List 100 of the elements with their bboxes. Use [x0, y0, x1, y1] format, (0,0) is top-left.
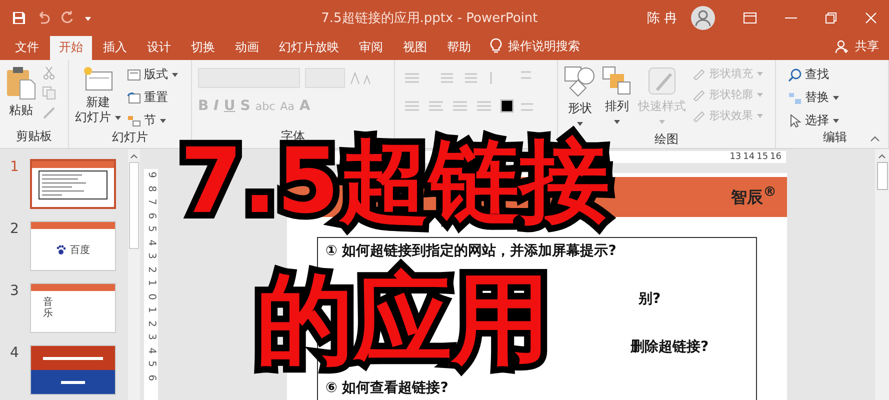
ribbon-tab[interactable]: 动画 — [226, 36, 268, 60]
question-text: 别? — [638, 290, 661, 308]
caret-icon — [756, 92, 762, 97]
group-label: 绘图 — [654, 131, 678, 148]
text-lines-drawing — [38, 170, 108, 200]
collapse-ribbon-icon[interactable] — [870, 136, 880, 142]
ruler-number: 3 — [145, 334, 157, 340]
slide-thumbnail[interactable] — [30, 159, 116, 209]
lightbulb-icon — [490, 38, 502, 54]
ribbon-tab[interactable]: 插入 — [94, 36, 136, 60]
caret-icon — [832, 118, 839, 123]
group-label: 剪贴板 — [16, 128, 52, 145]
save-icon[interactable] — [12, 10, 26, 24]
paw-icon — [56, 245, 66, 255]
question-text: 删除超链接? — [630, 338, 709, 356]
clipboard-icon — [6, 66, 36, 100]
ruler-number: 7 — [145, 198, 157, 205]
slide-thumbnail[interactable]: 音乐 — [30, 283, 116, 333]
shape-format-icon — [692, 110, 706, 122]
editing-button[interactable]: 选择 — [805, 112, 839, 129]
ribbon-tab[interactable]: 切换 — [182, 36, 224, 60]
caret-icon — [756, 72, 762, 76]
ruler-number: 0 — [145, 293, 157, 300]
ruler-number: 2 — [145, 266, 157, 272]
ruler-number: 3 — [145, 252, 157, 259]
ribbon-tab[interactable]: 幻灯片放映 — [270, 36, 348, 60]
ruler-number: 8 — [145, 185, 157, 192]
ruler-number: 9 — [145, 172, 157, 178]
slide-thumbnail[interactable] — [30, 345, 116, 395]
ribbon-display-icon[interactable] — [743, 12, 757, 24]
avatar-icon[interactable] — [691, 6, 715, 30]
shape-format-icon — [692, 68, 706, 80]
ribbon-tab[interactable]: 文件 — [6, 36, 48, 60]
quick-styles-icon — [647, 66, 677, 96]
pointer-icon — [788, 114, 802, 128]
minimize-icon[interactable] — [785, 16, 797, 18]
slide-number: 2 — [10, 221, 20, 239]
ruler-number: 2 — [145, 320, 157, 326]
caret-icon — [832, 96, 839, 100]
reset-icon — [126, 92, 141, 104]
slide-text: 音乐 — [43, 297, 53, 319]
ribbon-tab[interactable]: 审阅 — [350, 36, 392, 60]
ribbon-tab[interactable]: 帮助 — [438, 36, 480, 60]
scrollbar-thumb[interactable] — [876, 162, 888, 190]
caret-icon — [172, 72, 178, 77]
slide-text: 百度 — [70, 244, 90, 257]
close-icon[interactable] — [865, 12, 877, 24]
ruler-number: 5 — [145, 360, 157, 367]
slide-number: 4 — [10, 345, 20, 363]
editing-button[interactable]: 替换 — [805, 89, 839, 106]
group-label: 幻灯片 — [112, 129, 148, 146]
ruler-number: 15 — [756, 151, 768, 163]
ruler-number: 16 — [770, 151, 782, 163]
brand-text: 智辰$^{®}$ — [731, 185, 776, 209]
person-icon — [835, 40, 849, 54]
caret-icon — [114, 116, 121, 120]
caret-icon — [659, 120, 665, 124]
slide-number: 1 — [10, 159, 20, 177]
restore-icon[interactable] — [825, 12, 837, 24]
ruler-number: 1 — [145, 280, 157, 286]
group-label: 编辑 — [823, 129, 847, 146]
ribbon-tab[interactable]: 开始 — [50, 36, 92, 60]
new-slide-button[interactable]: 新建 幻灯片 — [75, 95, 121, 125]
slide-number: 3 — [10, 283, 20, 301]
arrange-button[interactable]: 排列 — [605, 99, 629, 129]
window-title: 7.5超链接的应用.pptx - PowerPoint — [320, 10, 539, 26]
tell-me-search[interactable]: 操作说明搜索 — [508, 38, 580, 60]
question-text: ⑥ 如何查看超链接? — [326, 378, 448, 397]
ruler-number: 5 — [145, 226, 157, 232]
redo-icon[interactable] — [60, 10, 74, 24]
ruler-number: 6 — [145, 374, 157, 380]
caret-icon — [614, 120, 620, 124]
ruler-number: 4 — [145, 239, 157, 246]
ribbon-tab[interactable]: 设计 — [138, 36, 180, 60]
arrange-icon — [602, 66, 632, 96]
section-icon — [126, 114, 141, 126]
replace-icon — [788, 90, 802, 104]
search-icon — [788, 68, 802, 82]
editing-button[interactable]: 查找 — [805, 66, 829, 83]
question-text: ① 如何超链接到指定的网站，并添加屏幕提示? — [326, 242, 616, 260]
ruler-number: 14 — [743, 151, 755, 163]
caret-icon — [577, 122, 583, 126]
share-button[interactable]: 共享 — [851, 38, 889, 60]
ruler-number: 6 — [145, 212, 157, 218]
shapes-icon — [564, 66, 596, 98]
layout-button[interactable]: 版式 — [144, 66, 178, 83]
scroll-up-icon[interactable] — [878, 153, 886, 159]
scrollbar-thumb[interactable] — [129, 162, 139, 249]
ruler-number: 4 — [145, 347, 157, 354]
new-slide-icon — [82, 66, 113, 92]
ribbon-tab[interactable]: 视图 — [394, 36, 436, 60]
layout-icon — [126, 68, 141, 80]
section-button[interactable]: 节 — [144, 112, 166, 129]
caret-icon — [160, 118, 166, 123]
ruler-number: 1 — [145, 306, 157, 313]
paste-button[interactable]: 粘贴 — [9, 103, 33, 118]
slide-thumbnail[interactable]: 百度 — [30, 221, 116, 271]
scroll-up-icon[interactable] — [130, 153, 138, 159]
shapes-button[interactable]: 形状 — [568, 101, 592, 131]
reset-button[interactable]: 重置 — [144, 89, 168, 106]
